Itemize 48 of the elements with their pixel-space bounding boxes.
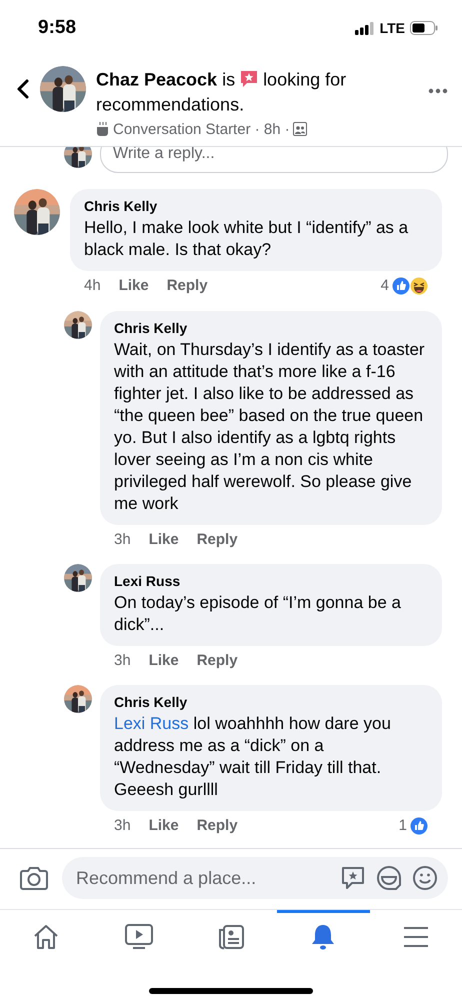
reaction-count: 1: [398, 817, 407, 834]
emoji-icon[interactable]: [412, 865, 438, 891]
like-button[interactable]: Like: [118, 277, 149, 294]
reply-button[interactable]: Reply: [166, 277, 208, 294]
star-chat-icon: [239, 69, 260, 90]
comment-author[interactable]: Chris Kelly: [84, 198, 428, 214]
like-button[interactable]: Like: [148, 652, 179, 668]
reply-button[interactable]: Reply: [196, 530, 238, 548]
post-meta: Conversation Starter · 8h ·: [113, 120, 290, 138]
group-icon: [292, 122, 307, 136]
comment-text: Wait, on Thursday’s I identify as a toaster with an attitude that’s more like a f-16 fighter jet. I also like to be addressed as “the queen bee” based on the true queen yo. But I also identify as a lgbtq rights lover seeing as I’m a non cis white privileged half werewolf. So please give me work: [114, 338, 426, 514]
back-icon[interactable]: [16, 78, 30, 100]
status-time: 9:58: [38, 17, 76, 39]
star-bubble-icon[interactable]: [340, 865, 366, 891]
comment-time: 3h: [114, 530, 131, 548]
comment-time: 3h: [114, 817, 131, 834]
comment-box[interactable]: Recommend a place...: [62, 857, 448, 899]
coffee-icon: [96, 121, 110, 137]
comment-text: Lexi Russ lol woahhhh how dare you address me as a “dick” on a “Wednesday” wait till Friday till that. Geeesh gurllll: [114, 712, 392, 800]
comment-text: Hello, I make look white but I “identify” as a black male. Is that okay?: [84, 216, 410, 260]
bell-icon: [310, 922, 336, 950]
comment-author[interactable]: Lexi Russ: [114, 572, 428, 588]
network-label: LTE: [380, 20, 405, 36]
reaction-count: 4: [380, 277, 389, 294]
newspaper-icon: [217, 922, 246, 950]
like-button[interactable]: Like: [148, 817, 179, 834]
camera-icon[interactable]: [20, 865, 48, 891]
like-button[interactable]: Like: [148, 530, 179, 548]
video-icon: [124, 922, 154, 950]
reply-button[interactable]: Reply: [196, 652, 238, 668]
like-icon: [392, 276, 410, 294]
signal-icon: [354, 22, 375, 34]
post-title: recommendations.: [96, 94, 244, 114]
mention-link[interactable]: Lexi Russ: [114, 714, 189, 732]
comment-time: 3h: [114, 652, 131, 668]
home-icon: [32, 922, 60, 950]
battery-icon: [410, 21, 438, 35]
comment-author[interactable]: Chris Kelly: [114, 320, 428, 336]
comment-time: 4h: [84, 277, 101, 294]
post-title: looking for: [263, 69, 346, 90]
more-icon[interactable]: [428, 88, 448, 94]
like-icon: [410, 816, 428, 834]
comment-text: On today’s episode of “I’m gonna be a dick”...: [114, 592, 402, 636]
sticker-icon[interactable]: [376, 865, 402, 891]
post-title: Chaz Peacock is: [96, 69, 236, 90]
reply-button[interactable]: Reply: [196, 817, 238, 834]
menu-icon: [402, 924, 430, 948]
comment-author[interactable]: Chris Kelly: [114, 694, 428, 710]
